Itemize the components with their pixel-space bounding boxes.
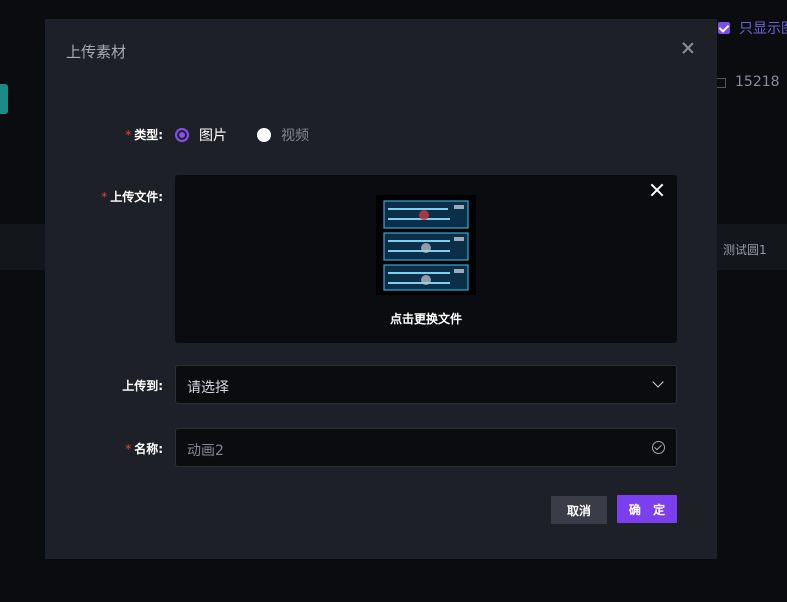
row-name: 测试圆1 (723, 243, 767, 257)
radio-image-label: 图片 (199, 128, 227, 144)
required-mark: * (125, 442, 132, 456)
type-label: * 类型: (125, 128, 163, 142)
modal-title: 上传素材 (66, 43, 127, 61)
radio-video-label: 视频 (281, 128, 309, 144)
upload-modal: 上传素材 * 类型: 图片 视频 * 上传文件: 点击更换文件 上传到: 请选择… (45, 19, 717, 559)
required-mark: * (101, 190, 108, 204)
name-label: * 名称: (125, 442, 163, 456)
background-image-icon (0, 84, 8, 114)
name-input-value: 动画2 (187, 443, 224, 459)
close-icon[interactable] (681, 41, 695, 55)
only-show-label: 只显示图 (739, 21, 787, 37)
chevron-down-icon (652, 376, 664, 388)
row-checkbox[interactable] (716, 78, 726, 88)
remove-file-icon[interactable] (650, 183, 664, 197)
file-label: * 上传文件: (101, 190, 163, 204)
radio-image[interactable]: 图片 (175, 125, 227, 145)
confirm-button[interactable]: 确 定 (617, 495, 677, 523)
check-circle-icon (652, 441, 665, 454)
name-input[interactable]: 动画2 (175, 428, 677, 467)
upload-dropzone[interactable]: 点击更换文件 (175, 175, 677, 343)
required-mark: * (125, 128, 132, 142)
target-select[interactable]: 请选择 (175, 365, 677, 404)
file-thumbnail (376, 195, 476, 295)
radio-checked-icon (175, 128, 189, 142)
only-show-checkbox[interactable] (718, 22, 730, 34)
cancel-button[interactable]: 取消 (551, 496, 607, 524)
change-file-text[interactable]: 点击更换文件 (175, 310, 677, 327)
target-select-placeholder: 请选择 (187, 380, 229, 396)
radio-unchecked-icon (257, 128, 271, 142)
radio-video[interactable]: 视频 (257, 125, 309, 145)
target-label: 上传到: (122, 379, 163, 393)
row-count: 15218 (735, 74, 780, 90)
thumbnail-image (383, 200, 469, 291)
